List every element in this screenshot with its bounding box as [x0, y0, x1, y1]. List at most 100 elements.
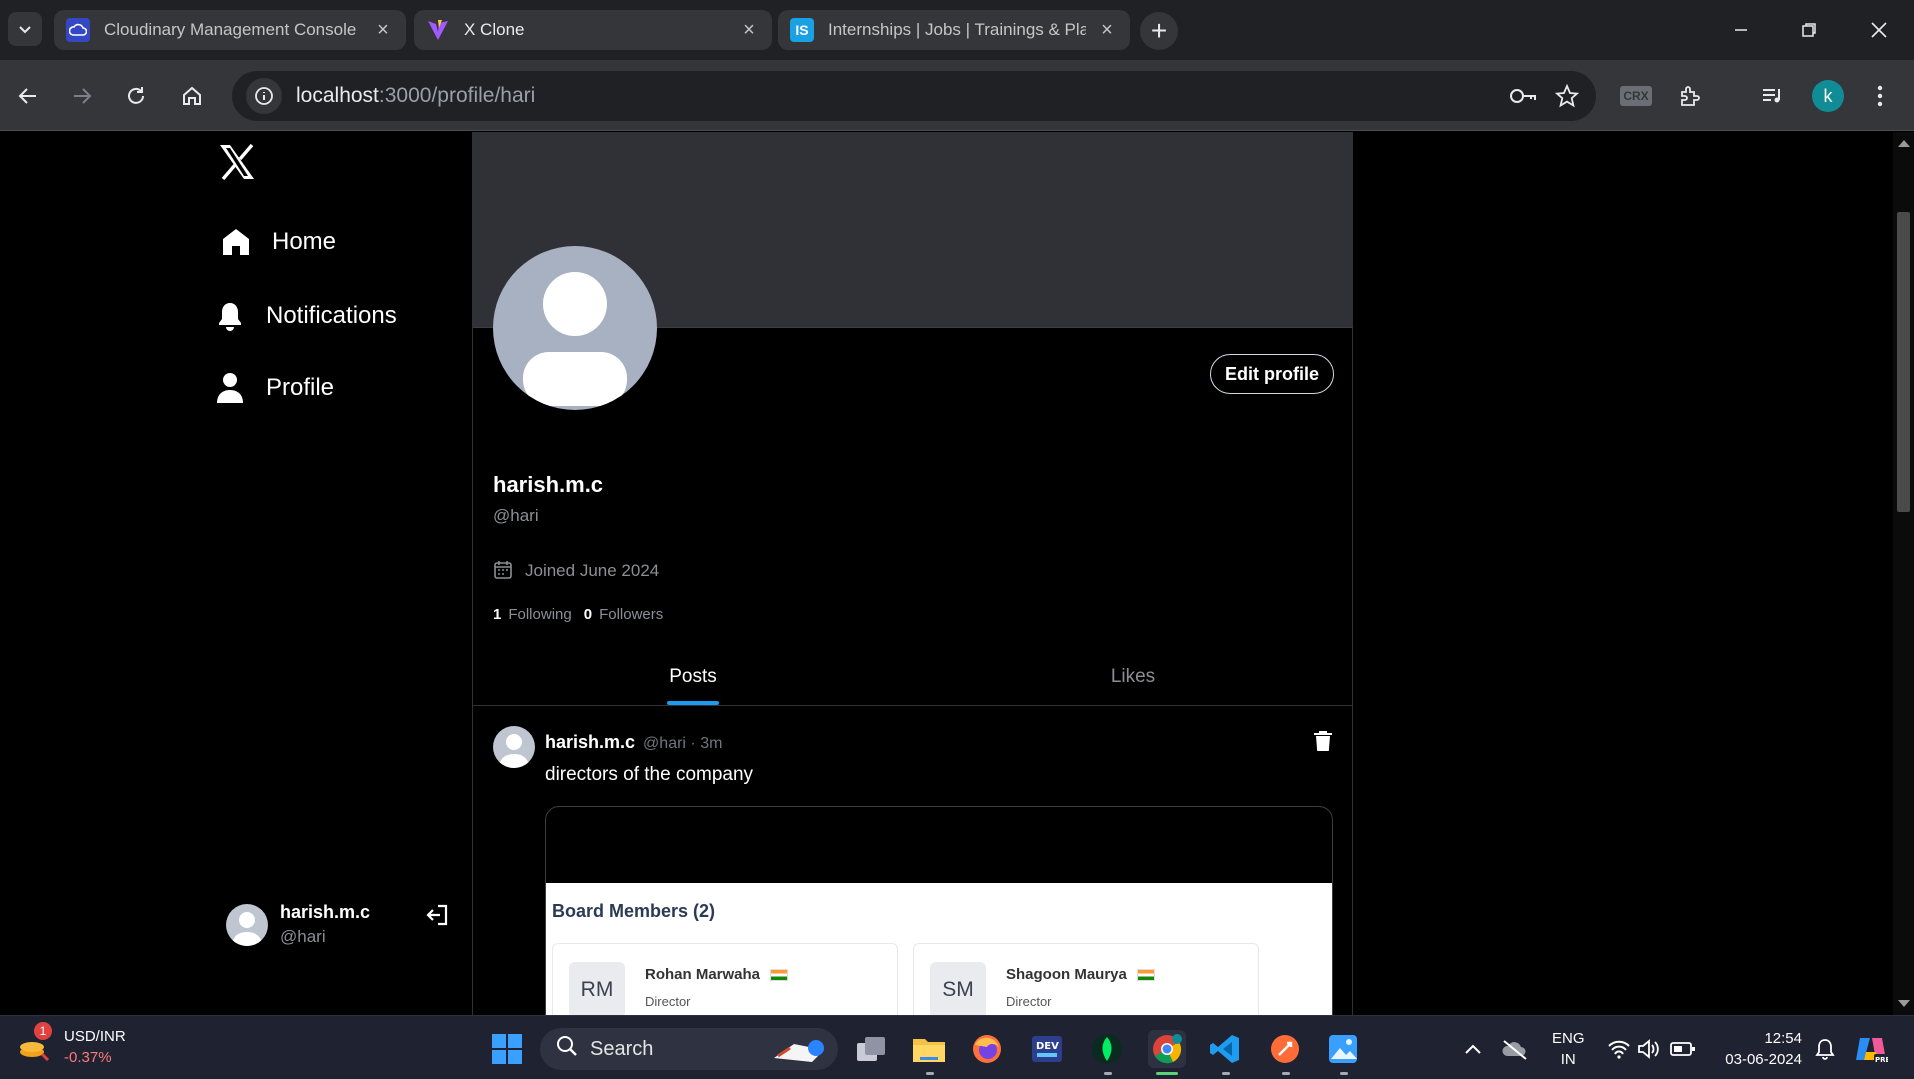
- profile-avatar[interactable]: [493, 246, 657, 410]
- tab-x-clone[interactable]: X Clone ×: [414, 10, 772, 50]
- member-card: SM Shagoon Maurya Director: [913, 943, 1259, 1015]
- chrome-icon[interactable]: [1148, 1030, 1186, 1068]
- new-tab-button[interactable]: +: [1140, 12, 1178, 50]
- tab-cloudinary[interactable]: Cloudinary Management Console ×: [54, 10, 406, 50]
- logout-icon[interactable]: [424, 902, 452, 930]
- password-key-icon[interactable]: [1506, 79, 1540, 113]
- browser-profile-avatar[interactable]: k: [1812, 80, 1844, 112]
- post-author-name[interactable]: harish.m.c: [545, 732, 635, 753]
- profile-handle: @hari: [493, 506, 539, 525]
- member-role: Director: [1006, 994, 1052, 1009]
- member-name: Shagoon Maurya: [1006, 966, 1155, 983]
- followers-link[interactable]: 0 Followers: [584, 606, 664, 623]
- firefox-icon[interactable]: [968, 1030, 1006, 1068]
- avatar[interactable]: [493, 726, 535, 768]
- crx-extension-icon[interactable]: CRX: [1618, 78, 1654, 114]
- media-controls-icon[interactable]: [1754, 78, 1790, 114]
- page-scrollbar[interactable]: [1893, 132, 1914, 1015]
- notification-bell-icon[interactable]: [1806, 1030, 1844, 1068]
- sidebar-item-label: Profile: [266, 374, 335, 401]
- edit-profile-button[interactable]: Edit profile: [1210, 354, 1334, 394]
- reload-button[interactable]: [116, 76, 156, 116]
- sidebar-item-notifications[interactable]: Notifications: [214, 300, 397, 332]
- minimize-icon: [1735, 29, 1747, 31]
- sidebar-user-handle: @hari: [280, 927, 326, 946]
- arrow-left-icon: [18, 88, 36, 104]
- search-label: Search: [590, 1037, 654, 1060]
- forward-button[interactable]: [62, 76, 102, 116]
- member-initials: SM: [930, 962, 986, 1015]
- sidebar-item-label: Notifications: [266, 302, 397, 329]
- battery-icon[interactable]: [1664, 1030, 1702, 1068]
- trash-icon[interactable]: [1313, 730, 1335, 754]
- language-indicator[interactable]: ENG IN: [1552, 1028, 1585, 1070]
- minimize-button[interactable]: [1716, 10, 1766, 50]
- post-image[interactable]: Board Members (2) RM Rohan Marwaha Direc…: [545, 806, 1333, 1015]
- tab-title: Internships | Jobs | Trainings & Pla: [828, 20, 1086, 39]
- sidebar-item-profile[interactable]: Profile: [214, 372, 334, 404]
- url-text: localhost:3000/profile/hari: [296, 84, 536, 107]
- india-flag-icon: [1136, 968, 1155, 981]
- back-button[interactable]: [8, 76, 48, 116]
- running-indicator: [1222, 1072, 1230, 1075]
- x-logo-icon[interactable]: [218, 143, 258, 184]
- tab-posts[interactable]: Posts: [473, 648, 913, 705]
- running-indicator: [1104, 1072, 1112, 1075]
- scrollbar-thumb[interactable]: [1897, 212, 1910, 512]
- dev-home-icon[interactable]: DEV: [1028, 1030, 1066, 1068]
- windows-taskbar: 1 USD/INR -0.37% Search DEV ENG IN 12:54…: [0, 1015, 1914, 1079]
- home-button[interactable]: [172, 76, 212, 116]
- home-icon: [220, 226, 252, 258]
- address-bar[interactable]: localhost:3000/profile/hari: [232, 71, 1596, 121]
- svg-text:PRE: PRE: [1875, 1056, 1888, 1064]
- copilot-icon[interactable]: PRE: [1852, 1030, 1890, 1068]
- photos-icon[interactable]: [1324, 1030, 1362, 1068]
- tab-internshala[interactable]: IS Internships | Jobs | Trainings & Pla …: [778, 10, 1130, 50]
- tab-likes[interactable]: Likes: [913, 648, 1353, 705]
- extensions-puzzle-icon[interactable]: [1672, 78, 1708, 114]
- close-icon: [1871, 22, 1887, 38]
- taskbar-search[interactable]: Search: [540, 1028, 838, 1070]
- sidebar: Home Notifications Profile harish.m.c @h…: [0, 132, 472, 1015]
- site-info-icon[interactable]: [246, 78, 282, 114]
- svg-text:DEV: DEV: [1036, 1041, 1059, 1052]
- search-icon: [556, 1035, 578, 1063]
- calendar-icon: [493, 560, 515, 582]
- reload-icon: [128, 87, 144, 104]
- following-link[interactable]: 1 Following: [493, 606, 572, 623]
- scroll-up-icon[interactable]: [1898, 140, 1910, 147]
- close-icon[interactable]: ×: [1096, 19, 1118, 41]
- tab-title: Cloudinary Management Console: [104, 20, 357, 39]
- windows-start-icon[interactable]: [488, 1030, 526, 1068]
- currency-widget[interactable]: 1 USD/INR -0.37%: [18, 1022, 126, 1068]
- home-icon: [183, 86, 201, 105]
- restore-button[interactable]: [1784, 10, 1834, 50]
- bookmark-star-icon[interactable]: [1550, 79, 1584, 113]
- postman-icon[interactable]: [1266, 1030, 1304, 1068]
- member-role: Director: [645, 994, 691, 1009]
- joined-date: Joined June 2024: [493, 560, 659, 582]
- post-item: harish.m.c @hari · 3m directors of the c…: [473, 706, 1353, 1015]
- member-initials: RM: [569, 962, 625, 1015]
- show-hidden-icons-icon[interactable]: [1454, 1030, 1492, 1068]
- sidebar-item-home[interactable]: Home: [220, 226, 336, 258]
- post-meta: @hari · 3m: [643, 735, 723, 752]
- vscode-icon[interactable]: [1206, 1030, 1244, 1068]
- onedrive-off-icon[interactable]: [1496, 1030, 1534, 1068]
- system-clock[interactable]: 12:54 03-06-2024: [1716, 1028, 1802, 1070]
- bell-icon: [214, 300, 246, 332]
- scroll-down-icon[interactable]: [1898, 1000, 1910, 1007]
- tab-search-button[interactable]: [8, 12, 42, 46]
- task-view-icon[interactable]: [852, 1030, 890, 1068]
- widget-change: -0.37%: [64, 1049, 112, 1066]
- close-icon[interactable]: ×: [372, 19, 394, 41]
- close-icon[interactable]: ×: [738, 19, 760, 41]
- vite-icon: [426, 18, 450, 42]
- sidebar-user-card[interactable]: harish.m.c @hari: [226, 902, 370, 947]
- internshala-icon: IS: [790, 18, 814, 42]
- close-window-button[interactable]: [1854, 10, 1904, 50]
- mongodb-compass-icon[interactable]: [1088, 1030, 1126, 1068]
- browser-menu-icon[interactable]: [1862, 78, 1898, 114]
- file-explorer-icon[interactable]: [910, 1030, 948, 1068]
- volume-icon[interactable]: [1630, 1030, 1668, 1068]
